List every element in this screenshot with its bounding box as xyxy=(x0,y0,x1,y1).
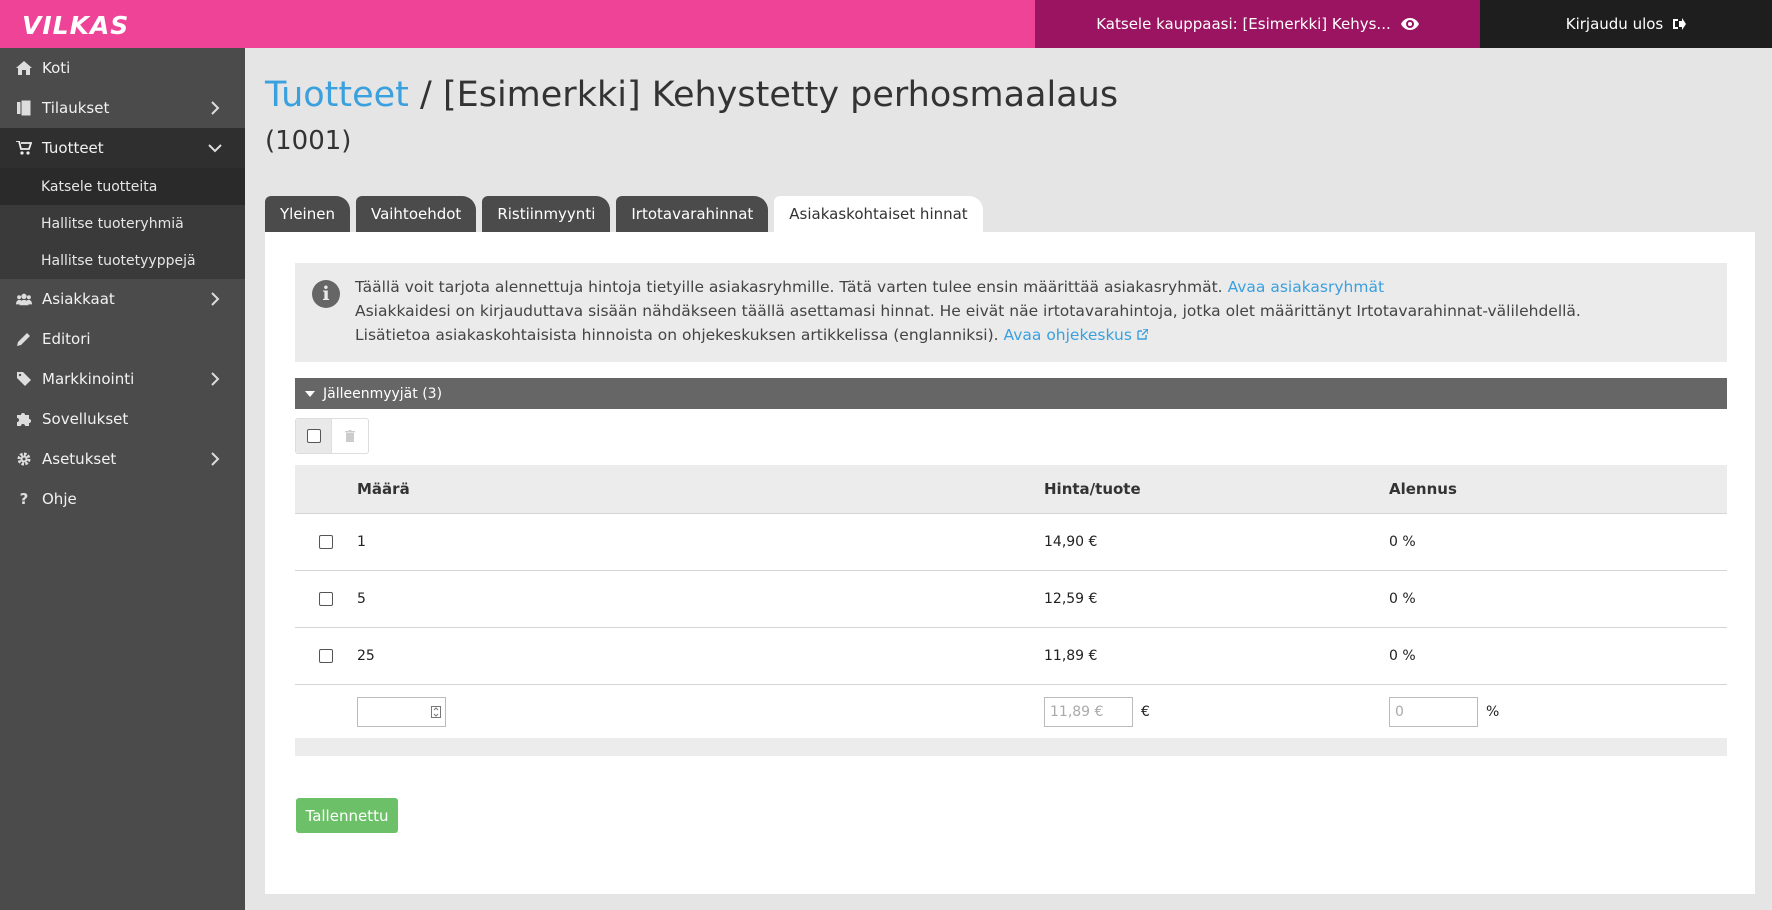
cell-discount: 0 % xyxy=(1389,648,1416,664)
table-footer xyxy=(295,738,1727,756)
top-bar: VILKAS Katsele kauppaasi: [Esimerkki] Ke… xyxy=(0,0,1772,48)
delete-button[interactable] xyxy=(332,419,368,453)
sidebar-subitem-view-products[interactable]: Katsele tuotteita xyxy=(0,168,245,205)
sidebar-item-tilaukset[interactable]: Tilaukset xyxy=(0,88,245,128)
trash-icon xyxy=(345,430,355,442)
cell-quantity: 5 xyxy=(357,591,366,607)
row-checkbox[interactable] xyxy=(319,535,333,549)
cell-discount: 0 % xyxy=(1389,591,1416,607)
sidebar-item-markkinointi[interactable]: Markkinointi xyxy=(0,359,245,399)
column-header-discount[interactable]: Alennus xyxy=(1389,480,1727,498)
users-icon xyxy=(16,291,32,307)
price-table: Määrä Hinta/tuote Alennus 1 14,90 € 0 % … xyxy=(295,465,1727,756)
info-icon: i xyxy=(312,280,340,308)
info-line-1: Täällä voit tarjota alennettuja hintoja … xyxy=(355,278,1385,296)
table-row: 25 11,89 € 0 % xyxy=(295,628,1727,685)
sidebar-item-asiakkaat[interactable]: Asiakkaat xyxy=(0,279,245,319)
customer-group-label: Jälleenmyyjät (3) xyxy=(323,385,443,402)
tab-options[interactable]: Vaihtoehdot xyxy=(355,196,477,232)
row-checkbox[interactable] xyxy=(319,649,333,663)
chevron-right-icon xyxy=(211,292,220,306)
stepper-icon[interactable] xyxy=(431,705,441,718)
tab-bulk-prices[interactable]: Irtotavarahinnat xyxy=(616,196,769,232)
product-tabs: Yleinen Vaihtoehdot Ristiinmyynti Irtota… xyxy=(265,196,989,232)
chevron-right-icon xyxy=(211,452,220,466)
checkbox-icon xyxy=(306,429,321,443)
cell-price: 14,90 € xyxy=(1044,534,1098,550)
sign-out-icon xyxy=(1673,18,1687,30)
breadcrumb-link-products[interactable]: Tuotteet xyxy=(265,75,409,115)
view-shop-button[interactable]: Katsele kauppaasi: [Esimerkki] Kehys... xyxy=(1035,0,1480,48)
tab-panel: i Täällä voit tarjota alennettuja hintoj… xyxy=(265,232,1755,894)
cell-quantity: 25 xyxy=(357,648,375,664)
page-title: Tuotteet / [Esimerkki] Kehystetty perhos… xyxy=(265,72,1118,164)
cell-discount: 0 % xyxy=(1389,534,1416,550)
column-header-price[interactable]: Hinta/tuote xyxy=(1044,480,1389,498)
new-price-row: 11,89 € € 0% xyxy=(295,685,1727,738)
sidebar-item-asetukset[interactable]: Asetukset xyxy=(0,439,245,479)
quantity-input[interactable] xyxy=(357,696,446,727)
table-row: 1 14,90 € 0 % xyxy=(295,514,1727,571)
price-unit: € xyxy=(1141,703,1150,720)
pencil-icon xyxy=(16,331,32,347)
select-all-checkbox[interactable] xyxy=(296,419,332,453)
product-name: [Esimerkki] Kehystetty perhosmaalaus xyxy=(442,75,1119,115)
logout-label: Kirjaudu ulos xyxy=(1565,15,1664,33)
sidebar-item-editori[interactable]: Editori xyxy=(0,319,245,359)
orders-icon xyxy=(16,100,32,116)
discount-input[interactable]: 0 xyxy=(1389,696,1478,727)
external-link-icon xyxy=(1137,328,1149,340)
product-code: (1001) xyxy=(265,126,352,156)
breadcrumb-separator: / xyxy=(408,75,443,115)
column-header-quantity[interactable]: Määrä xyxy=(357,480,1044,498)
sidebar-item-ohje[interactable]: ? Ohje xyxy=(0,479,245,519)
sidebar-item-tuotteet[interactable]: Tuotteet xyxy=(0,128,245,168)
info-box: i Täällä voit tarjota alennettuja hintoj… xyxy=(295,263,1727,362)
products-submenu: Katsele tuotteita Hallitse tuoteryhmiä H… xyxy=(0,168,245,279)
cell-price: 12,59 € xyxy=(1044,591,1098,607)
sidebar-item-koti[interactable]: Koti xyxy=(0,48,245,88)
puzzle-icon xyxy=(16,411,32,427)
vilkas-logo[interactable]: VILKAS xyxy=(22,11,129,40)
gear-icon xyxy=(16,451,32,467)
sidebar: Koti Tilaukset Tuotteet Katsele tuotteit… xyxy=(0,48,245,910)
info-line-2: Asiakkaidesi on kirjauduttava sisään näh… xyxy=(355,302,1581,320)
discount-unit: % xyxy=(1486,703,1500,720)
cart-icon xyxy=(16,140,32,156)
chevron-down-icon xyxy=(208,144,222,153)
price-input[interactable]: 11,89 € xyxy=(1044,696,1133,727)
cell-price: 11,89 € xyxy=(1044,648,1098,664)
view-shop-label: Katsele kauppaasi: [Esimerkki] Kehys... xyxy=(1096,15,1391,33)
chevron-right-icon xyxy=(211,101,220,115)
row-toolbar xyxy=(295,418,369,454)
sidebar-subitem-product-types[interactable]: Hallitse tuotetyyppejä xyxy=(0,242,245,279)
table-header: Määrä Hinta/tuote Alennus xyxy=(295,465,1727,514)
tag-icon xyxy=(16,371,32,387)
chevron-right-icon xyxy=(211,372,220,386)
save-button[interactable]: Tallennettu xyxy=(296,798,398,833)
open-help-center-link[interactable]: Avaa ohjekeskus xyxy=(1004,326,1149,344)
cell-quantity: 1 xyxy=(357,534,366,550)
row-checkbox[interactable] xyxy=(319,592,333,606)
sidebar-subitem-product-groups[interactable]: Hallitse tuoteryhmiä xyxy=(0,205,245,242)
tab-general[interactable]: Yleinen xyxy=(265,196,350,232)
caret-down-icon xyxy=(305,390,315,397)
eye-icon xyxy=(1400,18,1419,30)
table-row: 5 12,59 € 0 % xyxy=(295,571,1727,628)
sidebar-item-sovellukset[interactable]: Sovellukset xyxy=(0,399,245,439)
open-customer-groups-link[interactable]: Avaa asiakasryhmät xyxy=(1228,278,1385,296)
home-icon xyxy=(16,60,32,76)
tab-cross-selling[interactable]: Ristiinmyynti xyxy=(482,196,611,232)
logout-button[interactable]: Kirjaudu ulos xyxy=(1480,0,1772,48)
question-icon: ? xyxy=(19,490,29,508)
tab-customer-prices[interactable]: Asiakaskohtaiset hinnat xyxy=(774,196,983,232)
customer-group-header[interactable]: Jälleenmyyjät (3) xyxy=(295,378,1727,409)
info-line-3: Lisätietoa asiakaskohtaisista hinnoista … xyxy=(355,323,1707,347)
